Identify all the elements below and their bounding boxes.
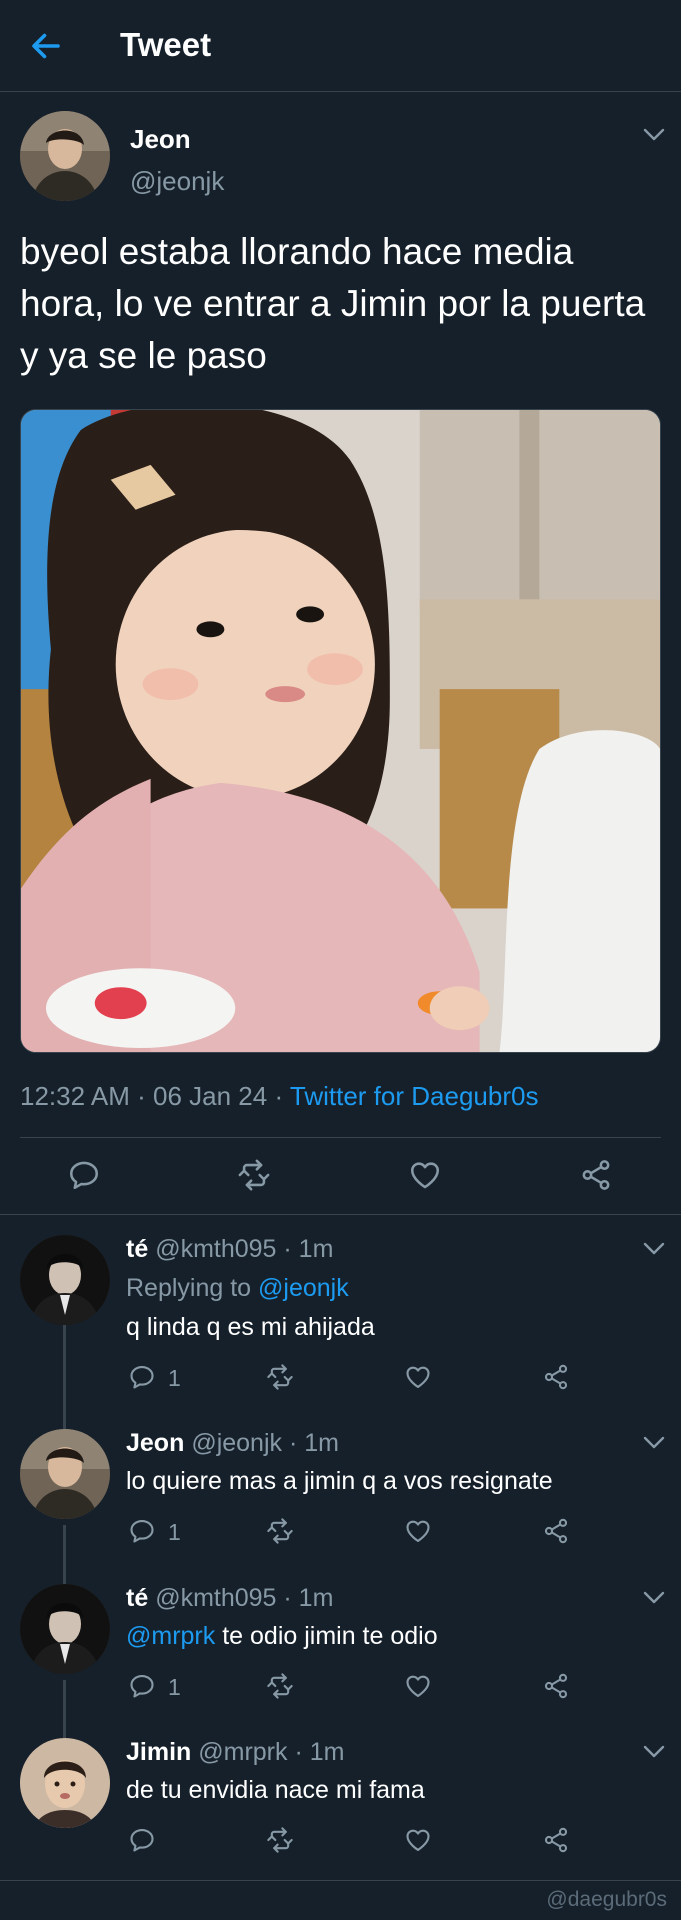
reply-author-handle[interactable]: @kmth095	[155, 1235, 276, 1263]
tweet-photo[interactable]	[20, 409, 661, 1053]
reply-text: lo quiere mas a jimin q a vos resignate	[126, 1467, 553, 1495]
reply-text: q linda q es mi ahijada	[126, 1313, 375, 1341]
watermark: @daegubr0s	[546, 1888, 667, 1911]
author-name[interactable]: Jeon	[130, 124, 191, 155]
share-icon[interactable]	[542, 1672, 570, 1700]
tweet-source[interactable]: Twitter for Daegubr0s	[290, 1081, 539, 1111]
retweet-icon[interactable]	[266, 1826, 294, 1854]
avatar[interactable]	[20, 1235, 110, 1325]
retweet-icon[interactable]	[266, 1672, 294, 1700]
reply-header: Jimin @mrprk · 1m	[126, 1738, 344, 1767]
share-icon[interactable]	[579, 1158, 613, 1192]
like-icon[interactable]	[404, 1826, 432, 1854]
reply-author-handle[interactable]: @mrprk	[198, 1738, 287, 1766]
like-icon[interactable]	[404, 1363, 432, 1391]
reply-time: · 1m	[294, 1738, 345, 1766]
reply-icon[interactable]	[128, 1363, 156, 1391]
reply-time: · 1m	[283, 1584, 334, 1612]
like-icon[interactable]	[404, 1672, 432, 1700]
reply-text: @mrprk te odio jimin te odio	[126, 1622, 438, 1651]
reply-icon[interactable]	[128, 1517, 156, 1545]
separator-dot: ·	[274, 1081, 284, 1111]
replying-to-mention[interactable]: @jeonjk	[258, 1274, 349, 1302]
chevron-down-icon[interactable]	[643, 1436, 665, 1450]
thread-line	[63, 1525, 66, 1588]
divider	[20, 1137, 661, 1138]
reply-count: 1	[168, 1519, 181, 1545]
reply-header: té @kmth095 · 1m	[126, 1235, 333, 1264]
author-handle[interactable]: @jeonjk	[130, 166, 224, 197]
avatar[interactable]	[20, 1738, 110, 1828]
replying-to-label: Replying to	[126, 1274, 259, 1302]
reply-count: 1	[168, 1365, 181, 1391]
avatar[interactable]	[20, 111, 110, 201]
chevron-down-icon[interactable]	[643, 1745, 665, 1759]
reply-header: Jeon @jeonjk · 1m	[126, 1429, 339, 1458]
chevron-down-icon[interactable]	[643, 1242, 665, 1256]
avatar[interactable]	[20, 1584, 110, 1674]
reply-text-body: te odio jimin te odio	[215, 1622, 438, 1650]
like-icon[interactable]	[408, 1158, 442, 1192]
reply-author-handle[interactable]: @jeonjk	[191, 1429, 282, 1457]
reply-count: 1	[168, 1674, 181, 1700]
divider	[0, 1880, 681, 1881]
retweet-icon[interactable]	[266, 1517, 294, 1545]
divider	[0, 1214, 681, 1215]
thread-line	[63, 1680, 66, 1739]
avatar[interactable]	[20, 1429, 110, 1519]
retweet-icon[interactable]	[266, 1363, 294, 1391]
share-icon[interactable]	[542, 1363, 570, 1391]
share-icon[interactable]	[542, 1826, 570, 1854]
reply-author-name[interactable]: té	[126, 1235, 148, 1263]
retweet-icon[interactable]	[237, 1158, 271, 1192]
reply-icon[interactable]	[128, 1826, 156, 1854]
replying-to: Replying to @jeonjk	[126, 1274, 349, 1303]
page-title: Tweet	[120, 26, 212, 63]
reply-author-handle[interactable]: @kmth095	[155, 1584, 276, 1612]
arrow-left-icon[interactable]	[28, 28, 64, 64]
share-icon[interactable]	[542, 1517, 570, 1545]
reply-icon[interactable]	[128, 1672, 156, 1700]
reply-icon[interactable]	[67, 1158, 101, 1192]
reply-text: de tu envidia nace mi fama	[126, 1776, 425, 1804]
separator-dot: ·	[137, 1081, 146, 1111]
tweet-time: 12:32 AM	[20, 1081, 130, 1111]
reply-mention[interactable]: @mrprk	[126, 1622, 215, 1650]
thread-line	[63, 1325, 66, 1437]
reply-author-name[interactable]: té	[126, 1584, 148, 1612]
reply-time: · 1m	[288, 1429, 339, 1457]
tweet-meta: 12:32 AM · 06 Jan 24 · Twitter for Daegu…	[20, 1081, 538, 1112]
tweet-date: 06 Jan 24	[153, 1081, 268, 1111]
reply-author-name[interactable]: Jeon	[126, 1429, 184, 1457]
like-icon[interactable]	[404, 1517, 432, 1545]
top-bar	[0, 0, 681, 92]
tweet-text: byeol estaba llorando hace media hora, l…	[20, 231, 646, 376]
chevron-down-icon[interactable]	[643, 128, 665, 142]
chevron-down-icon[interactable]	[643, 1591, 665, 1605]
reply-author-name[interactable]: Jimin	[126, 1738, 191, 1766]
reply-header: té @kmth095 · 1m	[126, 1584, 333, 1613]
reply-time: · 1m	[283, 1235, 334, 1263]
